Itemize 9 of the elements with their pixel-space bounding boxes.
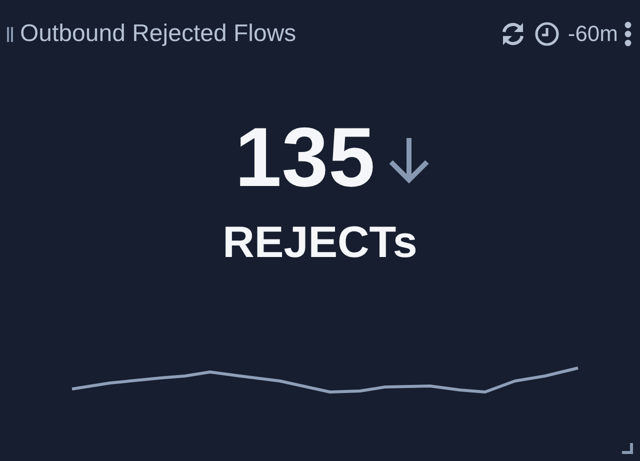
- metric-unit: REJECTs: [222, 221, 418, 265]
- time-range-button[interactable]: -60m: [568, 21, 618, 47]
- resize-handle-icon[interactable]: [622, 443, 634, 455]
- widget-title: Outbound Rejected Flows: [20, 20, 298, 48]
- metric-value: 135: [234, 115, 376, 199]
- drag-handle-icon[interactable]: [6, 26, 14, 42]
- refresh-icon[interactable]: [500, 21, 526, 47]
- clock-icon[interactable]: [534, 21, 560, 47]
- more-options-icon[interactable]: [624, 21, 632, 47]
